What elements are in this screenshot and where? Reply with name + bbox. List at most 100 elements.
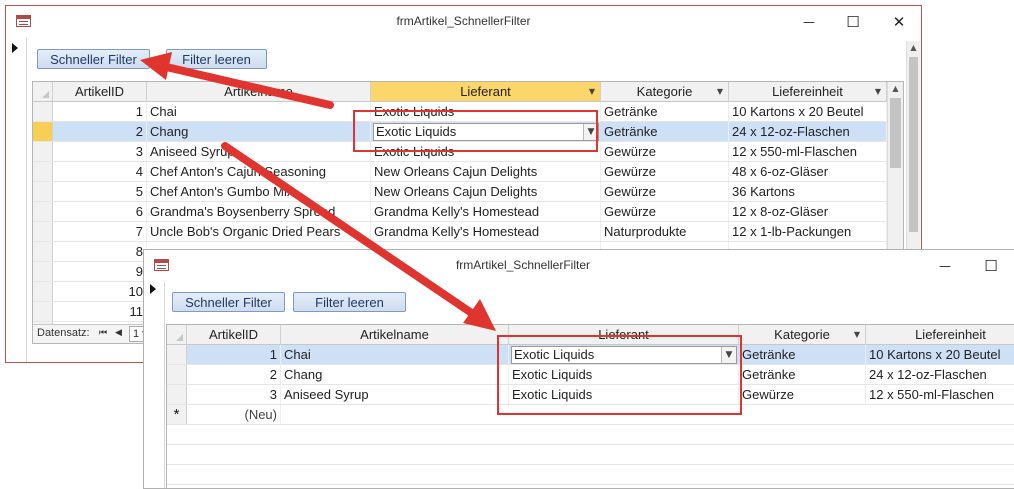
cell-liefereinheit[interactable]: 12 x 1-lb-Packungen [729, 222, 887, 241]
table-row[interactable]: 5 Chef Anton's Gumbo Mix New Orleans Cajun… [33, 182, 887, 202]
cell-artikelid[interactable]: 3 [53, 142, 147, 161]
cell-liefereinheit[interactable]: 24 x 12-oz-Flaschen [866, 365, 1014, 384]
table-row[interactable]: 7 Uncle Bob's Organic Dried Pears Grandma … [33, 222, 887, 242]
column-header-lieferant[interactable]: Lieferant ▼ [371, 82, 601, 102]
column-header-kategorie[interactable]: Kategorie ▼ [739, 325, 866, 345]
table-row[interactable]: 6 Grandma's Boysenberry Spread Grandma Kel… [33, 202, 887, 222]
title-bar[interactable]: frmArtikel_SchnellerFilter — ☐ [144, 250, 1014, 282]
cell-artikelid[interactable]: 2 [187, 365, 281, 384]
filter-dropdown-icon[interactable]: ▼ [589, 82, 595, 101]
cell-kategorie[interactable]: Gewürze [601, 202, 729, 221]
scroll-up-icon[interactable]: ▲ [888, 82, 903, 96]
column-header-artikelname[interactable]: Artikelname [147, 82, 371, 102]
column-header-artikelname[interactable]: Artikelname [281, 325, 509, 345]
record-selector-bar[interactable] [144, 282, 165, 488]
select-all-corner[interactable] [33, 82, 53, 102]
cell-kategorie[interactable]: Gewürze [601, 182, 729, 201]
cell-kategorie[interactable]: Gewürze [739, 385, 866, 404]
cell-kategorie[interactable]: Gewürze [601, 142, 729, 161]
cell-lieferant[interactable]: Grandma Kelly's Homestead [371, 222, 601, 241]
cell-artikelid[interactable]: 11 [53, 302, 147, 321]
cell-artikelid[interactable]: 1 [187, 345, 281, 364]
filter-dropdown-icon[interactable]: ▼ [717, 82, 723, 101]
cell-liefereinheit[interactable]: 12 x 550-ml-Flaschen [866, 385, 1014, 404]
title-bar[interactable]: frmArtikel_SchnellerFilter — ☐ ✕ [6, 6, 921, 38]
cell-artikelid[interactable]: 10 [53, 282, 147, 301]
cell-artikelname[interactable]: Grandma's Boysenberry Spread [147, 202, 371, 221]
cell-artikelid[interactable]: 8 [53, 242, 147, 261]
record-selector[interactable] [33, 102, 53, 121]
record-selector-bar[interactable] [6, 38, 27, 362]
maximize-icon[interactable]: ☐ [976, 256, 1006, 276]
cell-artikelname[interactable]: Uncle Bob's Organic Dried Pears [147, 222, 371, 241]
cell-kategorie[interactable]: Getränke [601, 122, 729, 141]
column-header-liefereinheit[interactable]: Liefereinheit [866, 325, 1014, 345]
quick-filter-button[interactable]: Schneller Filter [172, 292, 285, 312]
cell-liefereinheit[interactable]: 10 Kartons x 20 Beutel [866, 345, 1014, 364]
cell-artikelname[interactable]: Aniseed Syrup [281, 385, 509, 404]
cell-artikelid[interactable]: 5 [53, 182, 147, 201]
cell-artikelid[interactable]: 7 [53, 222, 147, 241]
close-icon[interactable]: ✕ [884, 12, 914, 32]
record-selector[interactable] [33, 222, 53, 241]
minimize-icon[interactable]: — [930, 256, 960, 276]
cell-artikelid-new[interactable]: (Neu) [187, 405, 281, 424]
maximize-icon[interactable]: ☐ [838, 12, 868, 32]
cell-kategorie[interactable]: Naturprodukte [601, 222, 729, 241]
cell-liefereinheit[interactable]: 24 x 12-oz-Flaschen [729, 122, 887, 141]
minimize-icon[interactable]: — [794, 12, 824, 32]
first-record-icon[interactable]: ⏮ [99, 325, 107, 342]
cell-artikelname[interactable]: Chef Anton's Cajun Seasoning [147, 162, 371, 181]
cell-artikelname[interactable]: Aniseed Syrup [147, 142, 371, 161]
filter-dropdown-icon[interactable]: ▼ [875, 82, 881, 101]
new-record-marker-icon[interactable]: * [167, 405, 187, 424]
cell-artikelid[interactable]: 1 [53, 102, 147, 121]
cell-artikelname[interactable]: Chai [147, 102, 371, 121]
record-selector[interactable] [167, 385, 187, 404]
column-header-kategorie[interactable]: Kategorie ▼ [601, 82, 729, 102]
record-selector[interactable] [167, 345, 187, 364]
scroll-thumb[interactable] [909, 57, 918, 232]
cell-artikelname[interactable]: Chang [147, 122, 371, 141]
cell-liefereinheit[interactable]: 36 Kartons [729, 182, 887, 201]
cell-liefereinheit[interactable]: 48 x 6-oz-Gläser [729, 162, 887, 181]
record-selector[interactable] [33, 282, 53, 301]
cell-artikelid[interactable]: 3 [187, 385, 281, 404]
record-selector[interactable] [33, 182, 53, 201]
column-header-artikelid[interactable]: ArtikelID [53, 82, 147, 102]
cell-kategorie[interactable]: Gewürze [601, 162, 729, 181]
cell-artikelid[interactable]: 9 [53, 262, 147, 281]
quick-filter-button[interactable]: Schneller Filter [37, 49, 150, 69]
scroll-up-icon[interactable]: ▲ [907, 41, 920, 55]
cell-artikelid[interactable]: 4 [53, 162, 147, 181]
clear-filter-button[interactable]: Filter leeren [166, 49, 267, 69]
cell-artikelid[interactable]: 2 [53, 122, 147, 141]
previous-record-icon[interactable]: ◀ [115, 325, 122, 342]
cell-liefereinheit[interactable]: 10 Kartons x 20 Beutel [729, 102, 887, 121]
record-selector[interactable] [167, 365, 187, 384]
scroll-thumb[interactable] [890, 98, 901, 168]
cell-kategorie[interactable]: Getränke [601, 102, 729, 121]
column-header-artikelid[interactable]: ArtikelID [187, 325, 281, 345]
clear-filter-button[interactable]: Filter leeren [293, 292, 406, 312]
cell-liefereinheit[interactable]: 12 x 550-ml-Flaschen [729, 142, 887, 161]
record-selector[interactable] [33, 122, 53, 141]
cell-kategorie[interactable]: Getränke [739, 345, 866, 364]
record-selector[interactable] [33, 302, 53, 321]
record-selector[interactable] [33, 202, 53, 221]
table-row[interactable]: 4 Chef Anton's Cajun Seasoning New Orleans… [33, 162, 887, 182]
select-all-corner[interactable] [167, 325, 187, 345]
cell-kategorie[interactable]: Getränke [739, 365, 866, 384]
record-selector[interactable] [33, 262, 53, 281]
record-selector[interactable] [33, 242, 53, 261]
cell-artikelname[interactable]: Chef Anton's Gumbo Mix [147, 182, 371, 201]
cell-artikelname[interactable]: Chai [281, 345, 509, 364]
cell-lieferant[interactable]: New Orleans Cajun Delights [371, 162, 601, 181]
cell-artikelname[interactable]: Chang [281, 365, 509, 384]
column-header-liefereinheit[interactable]: Liefereinheit ▼ [729, 82, 887, 102]
cell-artikelid[interactable]: 6 [53, 202, 147, 221]
filter-dropdown-icon[interactable]: ▼ [854, 325, 860, 344]
cell-lieferant[interactable]: Grandma Kelly's Homestead [371, 202, 601, 221]
cell-liefereinheit[interactable]: 12 x 8-oz-Gläser [729, 202, 887, 221]
record-selector[interactable] [33, 162, 53, 181]
